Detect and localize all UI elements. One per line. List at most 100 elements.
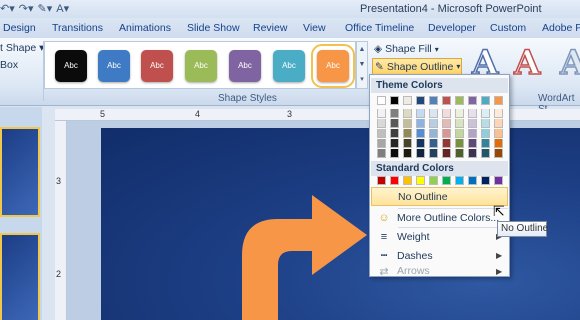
theme-color-swatch[interactable]	[442, 109, 451, 118]
standard-color-swatch[interactable]	[494, 176, 503, 185]
theme-color-swatch[interactable]	[390, 119, 399, 128]
theme-color-swatch[interactable]	[377, 129, 386, 138]
theme-color-swatch[interactable]	[429, 96, 438, 105]
theme-color-swatch[interactable]	[494, 119, 503, 128]
theme-color-swatch[interactable]	[481, 149, 490, 158]
theme-color-swatch[interactable]	[481, 109, 490, 118]
theme-color-swatch[interactable]	[442, 129, 451, 138]
theme-color-swatch[interactable]	[494, 139, 503, 148]
style-thumb-aqua[interactable]: Abc	[273, 50, 305, 82]
tab-slide-show[interactable]: Slide Show	[187, 22, 240, 34]
theme-color-swatch[interactable]	[416, 109, 425, 118]
theme-color-swatch[interactable]	[377, 149, 386, 158]
theme-color-swatch[interactable]	[429, 129, 438, 138]
theme-color-swatch[interactable]	[481, 96, 490, 105]
theme-color-swatch[interactable]	[416, 149, 425, 158]
theme-color-swatch[interactable]	[494, 149, 503, 158]
theme-color-swatch[interactable]	[468, 96, 477, 105]
tab-review[interactable]: Review	[253, 22, 287, 34]
paint-icon[interactable]: ✎▾	[38, 2, 53, 16]
tab-developer[interactable]: Developer	[428, 22, 476, 34]
theme-color-swatch[interactable]	[429, 139, 438, 148]
more-outline-colors-item[interactable]: ☺ More Outline Colors...	[371, 208, 508, 227]
theme-color-swatch[interactable]	[390, 96, 399, 105]
theme-color-swatch[interactable]	[468, 129, 477, 138]
theme-color-swatch[interactable]	[403, 109, 412, 118]
theme-color-swatch[interactable]	[455, 119, 464, 128]
theme-color-swatch[interactable]	[377, 96, 386, 105]
font-color-icon[interactable]: A▾	[56, 2, 69, 16]
theme-color-swatch[interactable]	[377, 119, 386, 128]
theme-color-swatch[interactable]	[403, 119, 412, 128]
theme-color-swatch[interactable]	[429, 149, 438, 158]
theme-color-swatch[interactable]	[429, 109, 438, 118]
theme-color-swatch[interactable]	[390, 149, 399, 158]
tab-view[interactable]: View	[303, 22, 326, 34]
theme-color-swatch[interactable]	[403, 139, 412, 148]
theme-color-swatch[interactable]	[481, 129, 490, 138]
theme-color-swatch[interactable]	[390, 109, 399, 118]
theme-color-swatch[interactable]	[442, 149, 451, 158]
undo-icon[interactable]: ↶▾	[0, 2, 15, 16]
redo-icon[interactable]: ↷▾	[19, 2, 34, 16]
slide-thumbnail[interactable]	[0, 233, 40, 320]
standard-color-swatch[interactable]	[429, 176, 438, 185]
text-box-button[interactable]: Box	[0, 57, 42, 74]
theme-color-swatch[interactable]	[416, 119, 425, 128]
wordart-style-gray[interactable]: A	[559, 42, 580, 84]
theme-color-swatch[interactable]	[494, 129, 503, 138]
standard-color-swatch[interactable]	[403, 176, 412, 185]
gallery-more-icon[interactable]: ▾	[357, 72, 367, 87]
edit-shape-button[interactable]: t Shape ▾	[0, 40, 44, 57]
tab-design[interactable]: Design	[3, 22, 36, 34]
standard-color-swatch[interactable]	[468, 176, 477, 185]
standard-color-swatch[interactable]	[390, 176, 399, 185]
theme-color-swatch[interactable]	[468, 119, 477, 128]
tab-custom[interactable]: Custom	[490, 22, 526, 34]
theme-color-swatch[interactable]	[429, 119, 438, 128]
theme-color-swatch[interactable]	[481, 119, 490, 128]
shape-fill-button[interactable]: ◈ Shape Fill ▾	[374, 41, 464, 57]
slide-thumbnail[interactable]	[0, 127, 40, 217]
theme-color-swatch[interactable]	[468, 109, 477, 118]
dashes-item[interactable]: ┅ Dashes ▶	[371, 246, 508, 265]
theme-color-swatch[interactable]	[377, 109, 386, 118]
tab-animations[interactable]: Animations	[119, 22, 171, 34]
standard-color-swatch[interactable]	[481, 176, 490, 185]
theme-color-swatch[interactable]	[494, 96, 503, 105]
theme-color-swatch[interactable]	[494, 109, 503, 118]
bent-arrow-path[interactable]	[242, 195, 367, 320]
theme-color-swatch[interactable]	[455, 96, 464, 105]
theme-color-swatch[interactable]	[377, 139, 386, 148]
scroll-down-icon[interactable]: ▼	[357, 57, 367, 72]
theme-color-swatch[interactable]	[455, 139, 464, 148]
theme-color-swatch[interactable]	[416, 129, 425, 138]
theme-color-swatch[interactable]	[468, 139, 477, 148]
standard-color-swatch[interactable]	[416, 176, 425, 185]
theme-color-swatch[interactable]	[390, 139, 399, 148]
gallery-scroller[interactable]: ▲ ▼ ▾	[356, 41, 368, 89]
theme-color-swatch[interactable]	[442, 96, 451, 105]
theme-color-swatch[interactable]	[481, 139, 490, 148]
tab-adobe[interactable]: Adobe Pr	[542, 22, 580, 34]
tab-transitions[interactable]: Transitions	[52, 22, 103, 34]
style-thumb-purple[interactable]: Abc	[229, 50, 261, 82]
shape-outline-button[interactable]: ✎ Shape Outline ▾	[372, 58, 462, 75]
style-thumb-blue[interactable]: Abc	[98, 50, 130, 82]
wordart-style-red-outline[interactable]: A	[513, 42, 541, 84]
theme-color-swatch[interactable]	[468, 149, 477, 158]
theme-color-swatch[interactable]	[416, 96, 425, 105]
theme-color-swatch[interactable]	[442, 139, 451, 148]
style-thumb-green[interactable]: Abc	[185, 50, 217, 82]
theme-color-swatch[interactable]	[403, 129, 412, 138]
theme-color-swatch[interactable]	[455, 129, 464, 138]
theme-color-swatch[interactable]	[403, 149, 412, 158]
tab-office-timeline[interactable]: Office Timeline	[345, 22, 414, 34]
theme-color-swatch[interactable]	[455, 149, 464, 158]
weight-item[interactable]: ≡ Weight ▶	[371, 227, 508, 246]
standard-color-swatch[interactable]	[442, 176, 451, 185]
theme-color-swatch[interactable]	[442, 119, 451, 128]
bent-arrow-shape[interactable]	[242, 195, 372, 320]
scroll-up-icon[interactable]: ▲	[357, 42, 367, 57]
shape-styles-gallery[interactable]: Abc Abc Abc Abc Abc Abc Abc	[44, 41, 356, 89]
